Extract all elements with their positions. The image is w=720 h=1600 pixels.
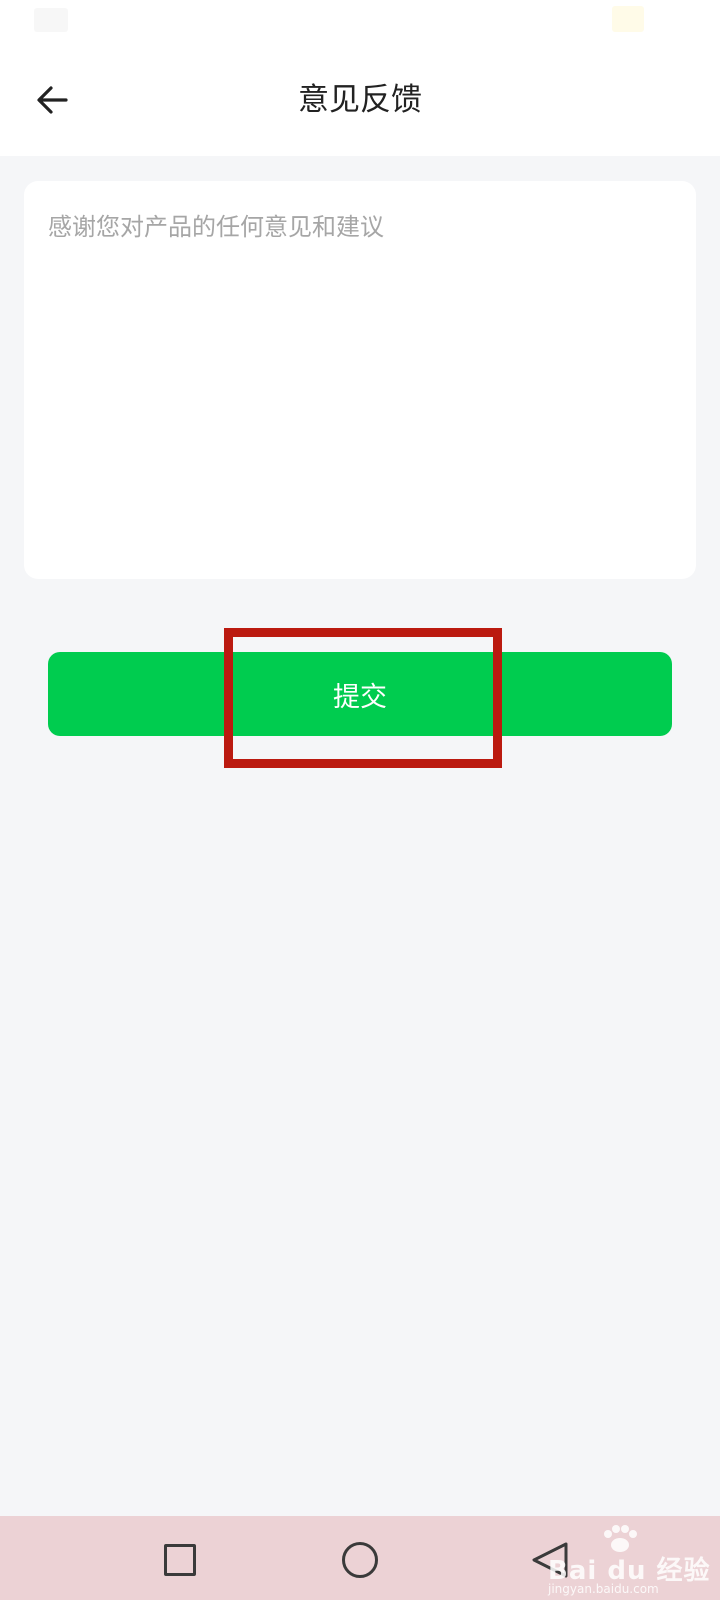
submit-button[interactable]: 提交	[48, 652, 672, 736]
status-bar	[0, 0, 720, 44]
feedback-card	[24, 181, 696, 579]
page-title: 意见反馈	[298, 82, 422, 118]
system-navigation-bar: Bai du 经验 jingyan.baidu.com	[0, 1516, 720, 1600]
watermark-logo-text: Bai du 经验	[548, 1556, 711, 1586]
feedback-input[interactable]	[24, 181, 696, 579]
circle-icon[interactable]	[342, 1542, 378, 1578]
baidu-jingyan-watermark: Bai du 经验 jingyan.baidu.com	[548, 1524, 718, 1596]
back-button[interactable]	[24, 72, 80, 128]
status-indicator-left	[34, 8, 68, 32]
app-header: 意见反馈	[0, 44, 720, 156]
status-indicator-right	[612, 6, 644, 32]
arrow-left-icon	[37, 86, 68, 114]
paw-icon	[604, 1525, 637, 1552]
triangle-back-icon[interactable]	[528, 1540, 572, 1580]
watermark-site-text: jingyan.baidu.com	[548, 1582, 659, 1596]
square-icon[interactable]	[164, 1544, 196, 1576]
